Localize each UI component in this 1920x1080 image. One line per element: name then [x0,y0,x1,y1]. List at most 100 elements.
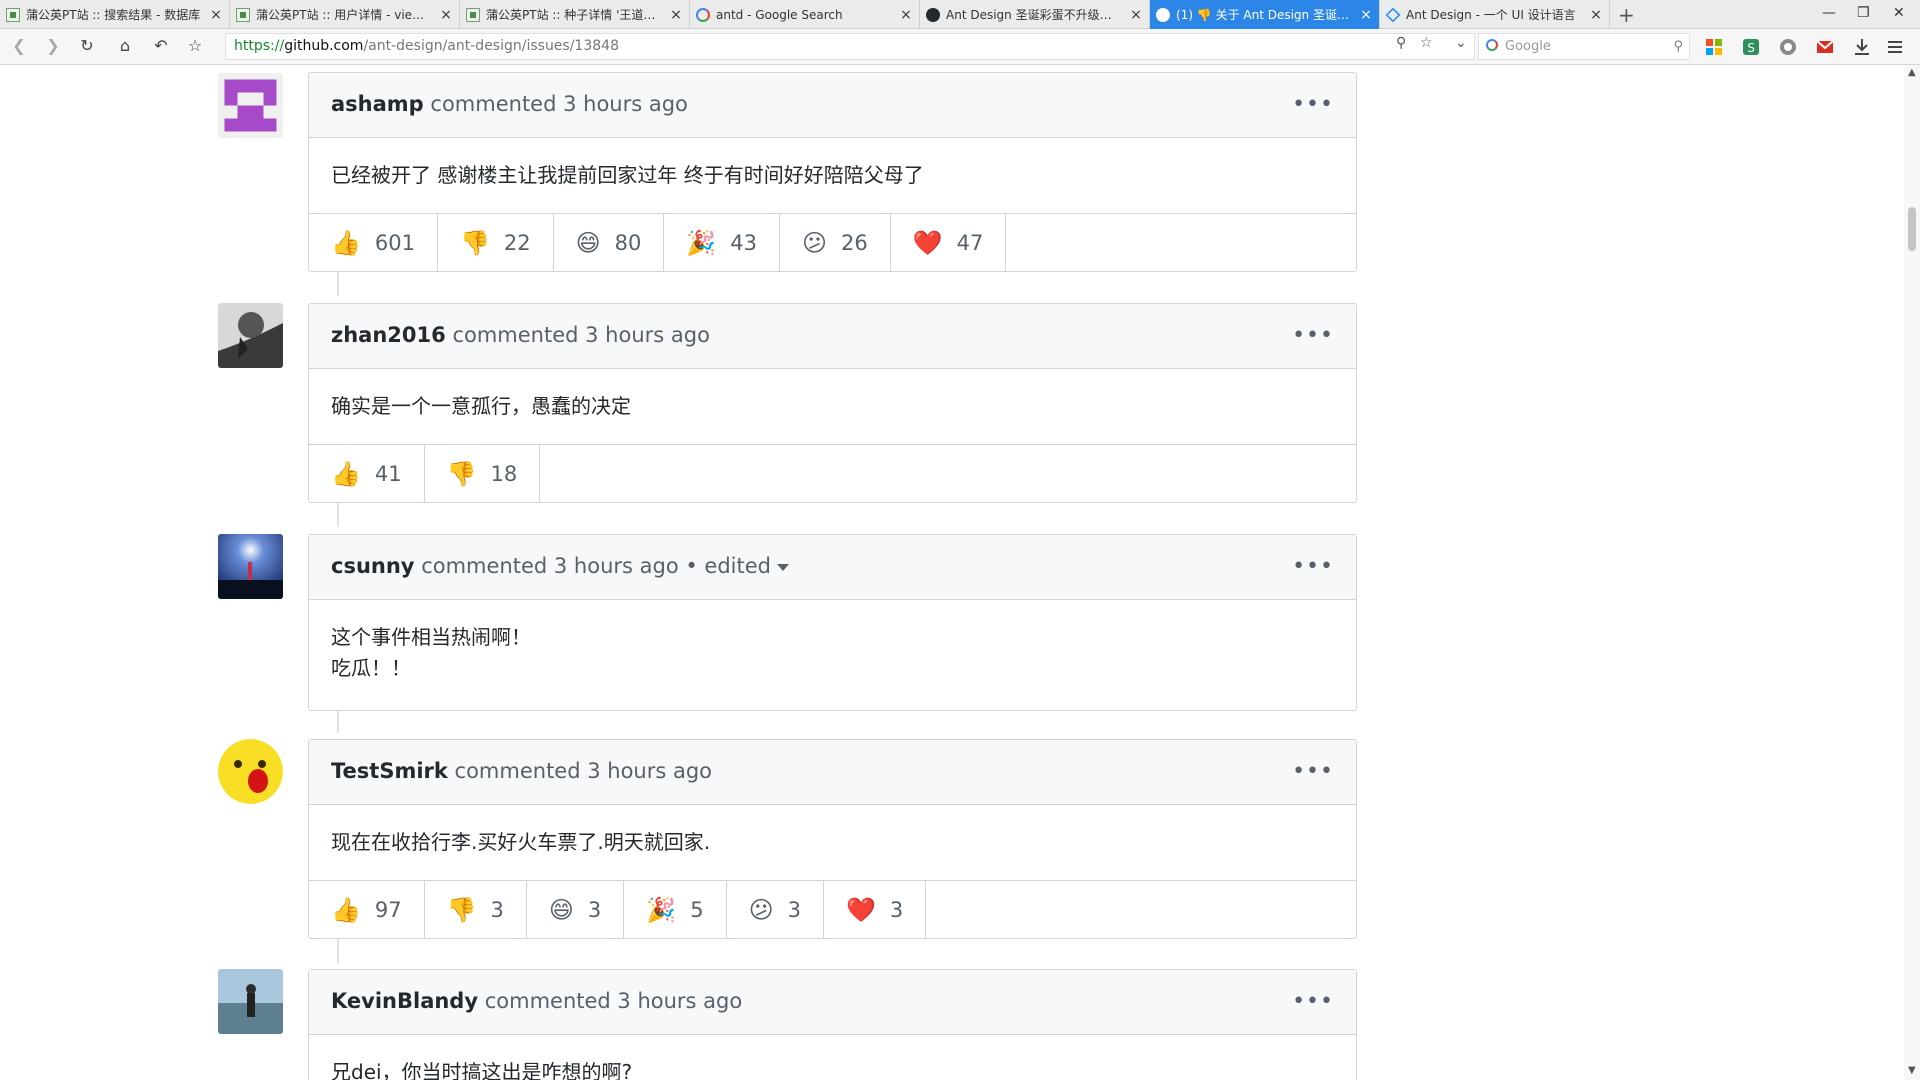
search-input[interactable]: Google ⚲ [1478,33,1690,60]
close-tab-icon[interactable]: × [1129,7,1143,23]
vertical-scrollbar[interactable]: ▲ ▼ [1904,65,1920,1080]
tab-pt-user[interactable]: 蒲公英PT站 :: 用户详情 - viewuser × [230,0,460,29]
reaction-count: 26 [841,230,868,255]
reaction-heart[interactable]: ❤️ 3 [824,881,927,938]
comment: TestSmirk commented 3 hours ago ••• 现在在收… [308,739,1357,939]
record-extension-icon[interactable] [1779,38,1797,56]
scroll-down-icon[interactable]: ▼ [1908,1065,1916,1076]
thumbs-down-icon: 👎 [446,895,477,924]
evernote-extension-icon[interactable]: S [1742,38,1760,56]
minimize-icon[interactable]: — [1822,5,1836,21]
bookmark-page-icon[interactable]: ☆ [1420,35,1433,51]
hooray-icon: 🎉 [646,895,677,924]
reaction-hooray[interactable]: 🎉 43 [664,214,780,271]
close-tab-icon[interactable]: × [1589,7,1603,23]
bookmark-star-icon[interactable]: ☆ [184,35,206,57]
search-icon[interactable]: ⚲ [1673,34,1683,59]
comment-author[interactable]: KevinBlandy [331,989,478,1013]
tab-github-issue-1[interactable]: Ant Design 圣诞彩蛋不升级版本 × [920,0,1150,29]
zoom-icon[interactable]: ⚲ [1396,35,1406,51]
close-tab-icon[interactable]: × [669,7,683,23]
reaction-thumbs-up[interactable]: 👍 601 [309,214,438,271]
github-icon [926,7,940,22]
comment-text: 这个事件相当热闹啊！ [331,625,531,649]
tab-github-issue-active[interactable]: (1) 👎 关于 Ant Design 圣诞彩蛋 × [1150,0,1380,29]
comment-author[interactable]: csunny [331,554,415,578]
reaction-laugh[interactable]: 😄 80 [554,214,665,271]
menu-icon[interactable] [1886,38,1904,56]
comment-timestamp[interactable]: commented 3 hours ago [452,323,710,347]
new-tab-icon[interactable]: + [1618,3,1635,27]
reaction-thumbs-up[interactable]: 👍 41 [309,445,425,502]
comment-timestamp[interactable]: commented 3 hours ago [455,759,713,783]
reaction-confused[interactable]: 😕 3 [727,881,824,938]
close-tab-icon[interactable]: × [209,7,223,23]
reaction-count: 5 [690,897,704,922]
reaction-thumbs-down[interactable]: 👎 22 [438,214,554,271]
close-window-icon[interactable]: ✕ [1893,5,1905,21]
github-icon [1156,7,1170,22]
reaction-hooray[interactable]: 🎉 5 [624,881,727,938]
navigation-bar: ❮ ❯ ↻ ⌂ ↶ ☆ https://github.com/ant-desig… [0,29,1920,65]
timeline-line [337,939,339,964]
comment-text: 确实是一个一意孤行，愚蠢的决定 [331,394,631,418]
dropdown-icon[interactable]: ⌄ [1455,35,1467,51]
comment: ashamp commented 3 hours ago ••• 已经被开了 感… [308,72,1357,272]
comment-timestamp[interactable]: commented 3 hours ago [485,989,743,1013]
reload-icon[interactable]: ↻ [76,35,98,57]
close-tab-icon[interactable]: × [1359,7,1373,23]
reaction-confused[interactable]: 😕 26 [780,214,891,271]
tab-google-search[interactable]: antd - Google Search × [690,0,920,29]
comment-text: 现在在收拾行李.买好火车票了.明天就回家. [331,830,711,854]
tab-title: antd - Google Search [716,7,843,22]
avatar[interactable] [218,303,283,368]
comment-author[interactable]: zhan2016 [331,323,446,347]
back-icon[interactable]: ❮ [8,35,30,57]
comment: zhan2016 commented 3 hours ago ••• 确实是一个… [308,303,1357,503]
comment-header: ashamp commented 3 hours ago ••• [309,73,1356,138]
reaction-thumbs-down[interactable]: 👎 18 [425,445,541,502]
scrollbar-thumb[interactable] [1908,207,1916,251]
comment-timestamp[interactable]: commented 3 hours ago [430,92,688,116]
pt-site-icon [6,7,20,22]
close-tab-icon[interactable]: × [899,7,913,23]
forward-icon[interactable]: ❯ [42,35,64,57]
reaction-count: 601 [374,230,415,255]
gmail-extension-icon[interactable] [1816,38,1834,56]
reaction-heart[interactable]: ❤️ 47 [891,214,1007,271]
close-tab-icon[interactable]: × [439,7,453,23]
reaction-laugh[interactable]: 😄 3 [527,881,625,938]
undo-close-icon[interactable]: ↶ [150,35,172,57]
restore-icon[interactable]: ❐ [1857,5,1870,21]
comment-timestamp[interactable]: commented 3 hours ago [421,554,679,578]
reaction-count: 22 [503,230,531,255]
more-options-icon[interactable]: ••• [1292,535,1334,598]
scroll-up-icon[interactable]: ▲ [1908,67,1916,78]
edited-dropdown[interactable]: • edited [685,554,790,578]
reactions-bar: 👍 41 👎 18 [309,444,1356,502]
download-icon[interactable] [1853,38,1871,56]
avatar[interactable] [218,73,283,138]
tab-antd-site[interactable]: Ant Design - 一个 UI 设计语言 × [1380,0,1610,29]
avatar[interactable] [218,969,283,1034]
comment-body: 兄dei，你当时搞这出是咋想的啊? [309,1035,1356,1080]
confused-icon: 😕 [748,895,774,924]
heart-icon: ❤️ [845,895,876,924]
reaction-thumbs-down[interactable]: 👎 3 [425,881,527,938]
windows-extension-icon[interactable] [1705,38,1723,56]
avatar[interactable] [218,739,283,804]
address-bar[interactable]: https://github.com/ant-design/ant-design… [225,33,1475,60]
home-icon[interactable]: ⌂ [114,35,136,57]
avatar[interactable] [218,534,283,599]
comment-author[interactable]: TestSmirk [331,759,448,783]
tab-pt-torrent[interactable]: 蒲公英PT站 :: 种子详情 '王道数据' × [460,0,690,29]
comment-text: 已经被开了 感谢楼主让我提前回家过年 终于有时间好好陪陪父母了 [331,163,924,187]
more-options-icon[interactable]: ••• [1292,970,1334,1033]
more-options-icon[interactable]: ••• [1292,304,1334,367]
tab-pt-search[interactable]: 蒲公英PT站 :: 搜索结果 - 数据库 × [0,0,230,29]
more-options-icon[interactable]: ••• [1292,740,1334,803]
more-options-icon[interactable]: ••• [1292,73,1334,136]
reaction-thumbs-up[interactable]: 👍 97 [309,881,425,938]
google-icon [696,7,710,22]
comment-author[interactable]: ashamp [331,92,424,116]
